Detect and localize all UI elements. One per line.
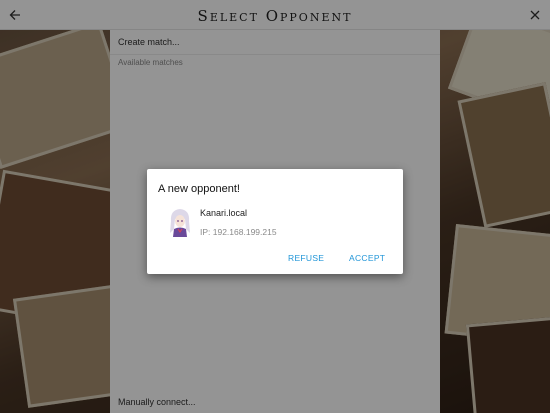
avatar — [168, 207, 192, 237]
refuse-button[interactable]: REFUSE — [288, 253, 324, 263]
accept-button[interactable]: ACCEPT — [349, 253, 385, 263]
opponent-name: Kanari.local — [200, 208, 248, 218]
dialog-title: A new opponent! — [158, 183, 240, 195]
avatar-icon — [168, 207, 192, 237]
new-opponent-dialog: A new opponent! Kanari.local IP: 192.168… — [147, 169, 403, 274]
opponent-ip: IP: 192.168.199.215 — [200, 227, 277, 237]
